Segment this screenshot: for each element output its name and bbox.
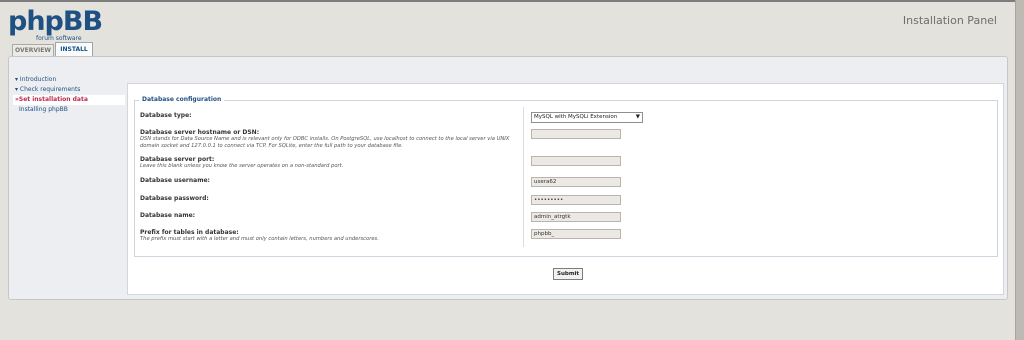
db-type-label: Database type: <box>140 112 192 119</box>
dbname-input[interactable]: admin_atrgtk <box>531 212 621 222</box>
logo-text: phpBB <box>8 6 103 37</box>
username-label: Database username: <box>140 177 210 184</box>
page: phpBB forum software Installation Panel … <box>0 2 1015 340</box>
submit-button[interactable]: Submit <box>553 268 584 280</box>
menu-item-installing-phpbb[interactable]: Installing phpBB <box>13 105 125 115</box>
hostname-label: Database server hostname or DSN: <box>140 129 260 136</box>
port-input[interactable] <box>531 156 621 166</box>
hostname-input[interactable] <box>531 129 621 139</box>
prefix-input[interactable]: phpbb_ <box>531 229 621 239</box>
password-label: Database password: <box>140 195 209 202</box>
menu-item-check-requirements[interactable]: ▾ Check requirements <box>13 85 125 95</box>
chevron-down-icon: ▼ <box>635 114 640 120</box>
menu-item-introduction[interactable]: ▾ Introduction <box>13 75 125 85</box>
prefix-description: The prefix must start with a letter and … <box>140 236 379 242</box>
scrollbar[interactable] <box>1015 0 1024 340</box>
hostname-description: DSN stands for Data Source Name and is r… <box>140 136 510 149</box>
tab-install[interactable]: INSTALL <box>55 42 93 57</box>
username-input[interactable]: usera62 <box>531 177 621 187</box>
db-type-select[interactable]: MySQL with MySQLi Extension ▼ <box>531 112 643 123</box>
dbname-label: Database name: <box>140 212 196 219</box>
page-title: Installation Panel <box>902 14 997 27</box>
logo-tagline: forum software <box>36 35 82 42</box>
phpbb-logo[interactable]: phpBB forum software <box>8 6 103 43</box>
db-type-value: MySQL with MySQLi Extension <box>534 114 618 120</box>
fieldset-legend: Database configuration <box>139 96 225 103</box>
column-divider <box>523 107 524 247</box>
main-panel: ▾ Introduction ▾ Check requirements »Set… <box>8 56 1008 300</box>
port-description: Leave this blank unless you know the ser… <box>140 163 344 169</box>
side-menu: ▾ Introduction ▾ Check requirements »Set… <box>13 75 125 115</box>
port-label: Database server port: <box>140 156 215 163</box>
database-config-fieldset: Database configuration Database type: My… <box>134 96 998 257</box>
content-area: Database configuration Database type: My… <box>127 83 1004 295</box>
menu-item-set-installation-data[interactable]: »Set installation data <box>13 95 125 105</box>
password-input[interactable]: ••••••••• <box>531 195 621 205</box>
prefix-label: Prefix for tables in database: <box>140 229 239 236</box>
